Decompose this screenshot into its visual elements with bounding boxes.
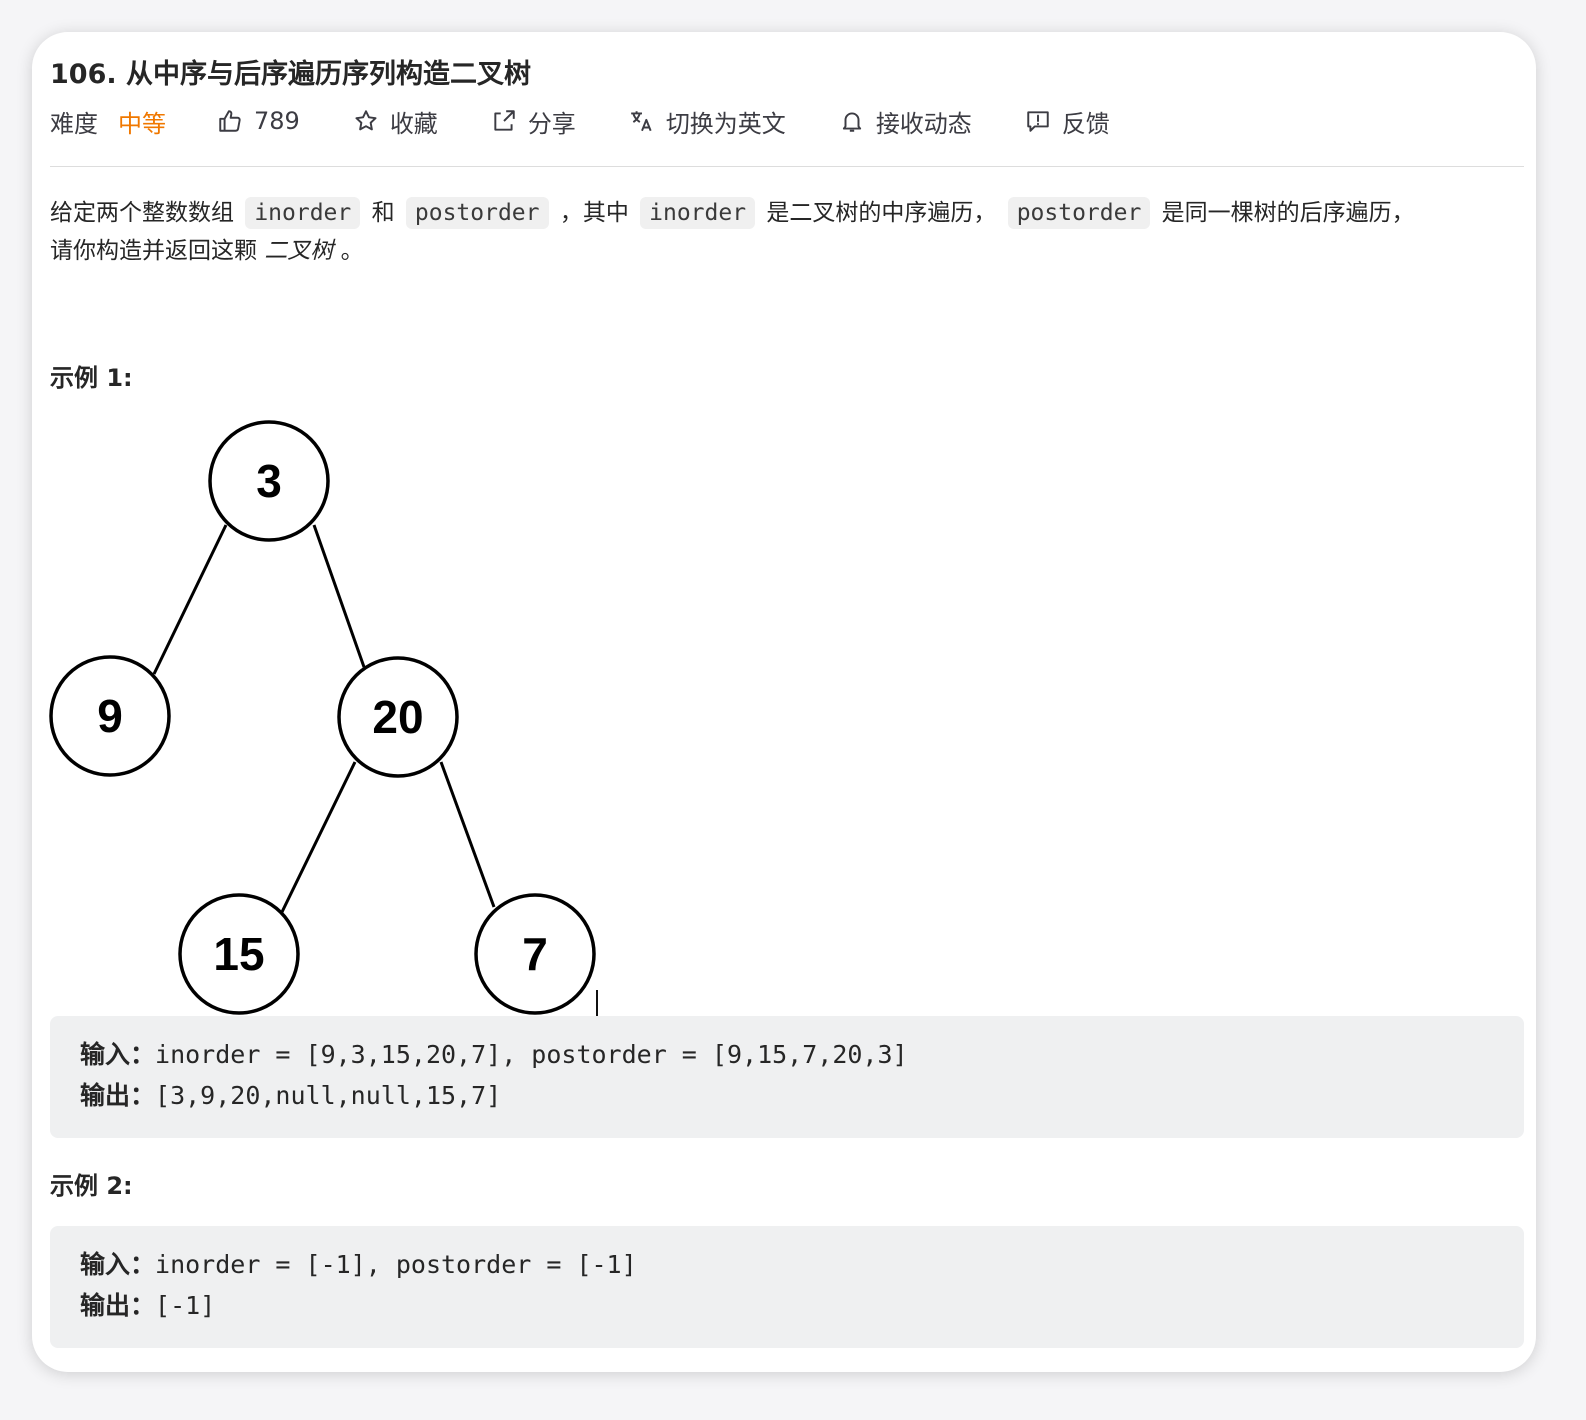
description-text: ，其中 (559, 200, 629, 226)
tree-node-label: 7 (522, 928, 548, 980)
switch-language-button[interactable]: 切换为英文 (628, 104, 786, 139)
example-1-input-row: 输入：inorder = [9,3,15,20,7], postorder = … (80, 1034, 1524, 1075)
output-value: [3,9,20,null,null,15,7] (155, 1081, 502, 1110)
share-button[interactable]: 分享 (490, 104, 576, 139)
input-value: inorder = [-1], postorder = [-1] (155, 1250, 637, 1279)
tree-node-label: 15 (213, 928, 264, 980)
like-button[interactable]: 789 (216, 107, 300, 135)
output-label: 输出： (80, 1291, 156, 1320)
input-label: 输入： (80, 1250, 156, 1279)
subscribe-button[interactable]: 接收动态 (838, 104, 972, 139)
tree-edge (152, 524, 228, 675)
translate-icon (628, 107, 656, 135)
tree-node-label: 3 (256, 455, 282, 507)
example-2-input-row: 输入：inorder = [-1], postorder = [-1] (80, 1244, 1524, 1285)
feedback-button[interactable]: 反馈 (1024, 104, 1110, 139)
description-text: 是同一棵树的后序遍历， (1161, 200, 1415, 226)
thumbs-up-icon (216, 107, 244, 135)
output-label: 输出： (80, 1081, 156, 1110)
problem-description: 给定两个整数数组 inorder 和 postorder ，其中 inorder… (50, 194, 1524, 270)
favorite-button[interactable]: 收藏 (352, 104, 438, 139)
tree-edge (280, 761, 357, 913)
description-line-1: 给定两个整数数组 inorder 和 postorder ，其中 inorder… (50, 194, 1524, 232)
example-1-heading: 示例 1: (50, 364, 133, 392)
like-count: 789 (254, 107, 300, 135)
inline-code-inorder: inorder (245, 197, 361, 229)
share-icon (490, 107, 518, 135)
description-text: 是二叉树的中序遍历， (766, 200, 997, 226)
feedback-icon (1024, 107, 1052, 135)
inline-code-inorder: inorder (640, 197, 756, 229)
description-emphasis: 二叉树 (264, 238, 334, 264)
switch-language-label: 切换为英文 (665, 109, 786, 138)
inline-code-postorder: postorder (405, 197, 549, 229)
subscribe-label: 接收动态 (875, 109, 972, 138)
difficulty-label: 难度 (50, 109, 98, 138)
favorite-label: 收藏 (389, 109, 438, 138)
example-2-heading: 示例 2: (50, 1172, 133, 1200)
tree-node-label: 9 (97, 690, 123, 742)
binary-tree-diagram: 3 9 20 15 7 (49, 420, 596, 1015)
input-value: inorder = [9,3,15,20,7], postorder = [9,… (155, 1040, 908, 1069)
problem-title: 106. 从中序与后序遍历序列构造二叉树 (50, 59, 532, 90)
description-text: 。 (340, 238, 364, 264)
problem-toolbar: 难度 中等 789 收藏 分享 切换为英文 接收动态 反馈 (50, 104, 1162, 138)
tree-node-label: 20 (372, 691, 423, 743)
example-2-output-row: 输出：[-1] (80, 1285, 1524, 1326)
example-2-codeblock: 输入：inorder = [-1], postorder = [-1] 输出：[… (50, 1226, 1524, 1348)
description-line-2: 请你构造并返回这颗 二叉树 。 (50, 232, 1524, 270)
tree-edge (312, 524, 366, 668)
problem-card: 106. 从中序与后序遍历序列构造二叉树 难度 中等 789 收藏 分享 切换为… (32, 32, 1536, 1372)
description-text: 请你构造并返回这颗 (50, 238, 257, 264)
difficulty-badge: 中等 (118, 109, 166, 138)
bell-icon (838, 107, 866, 135)
star-icon (352, 107, 380, 135)
description-text: 和 (371, 200, 395, 226)
example-1-output-row: 输出：[3,9,20,null,null,15,7] (80, 1075, 1524, 1116)
share-label: 分享 (527, 109, 576, 138)
input-label: 输入： (80, 1040, 156, 1069)
divider (50, 166, 1524, 167)
description-text: 给定两个整数数组 (50, 200, 234, 226)
inline-code-postorder: postorder (1007, 197, 1151, 229)
example-1-codeblock: 输入：inorder = [9,3,15,20,7], postorder = … (50, 1016, 1524, 1138)
output-value: [-1] (155, 1291, 216, 1320)
feedback-label: 反馈 (1061, 109, 1110, 138)
tree-edge (439, 761, 496, 908)
